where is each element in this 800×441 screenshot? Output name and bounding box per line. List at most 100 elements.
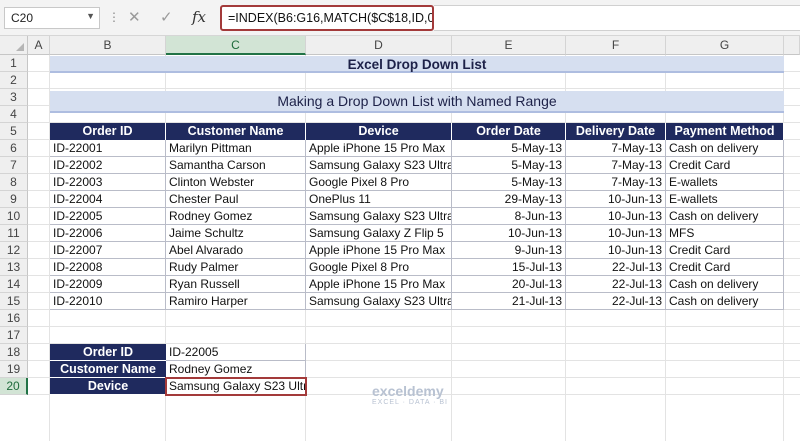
table-cell[interactable]: Marilyn Pittman: [166, 140, 306, 157]
table-header-cell[interactable]: Payment Method: [666, 123, 784, 140]
name-box[interactable]: C20 ▼: [4, 7, 100, 29]
row-header-20[interactable]: 20: [0, 378, 28, 395]
column-header-c[interactable]: C: [166, 36, 306, 55]
lookup-value[interactable]: Rodney Gomez: [166, 361, 306, 378]
table-cell[interactable]: Credit Card: [666, 259, 784, 276]
lookup-label[interactable]: Customer Name: [50, 361, 166, 378]
row-header-9[interactable]: 9: [0, 191, 28, 208]
table-cell[interactable]: 29-May-13: [452, 191, 566, 208]
table-cell[interactable]: 5-May-13: [452, 174, 566, 191]
table-cell[interactable]: 10-Jun-13: [566, 242, 666, 259]
row-header-8[interactable]: 8: [0, 174, 28, 191]
sheet-title[interactable]: Excel Drop Down List: [50, 56, 784, 73]
table-cell[interactable]: Samantha Carson: [166, 157, 306, 174]
table-cell[interactable]: 10-Jun-13: [566, 225, 666, 242]
table-cell[interactable]: 21-Jul-13: [452, 293, 566, 310]
table-cell[interactable]: 10-Jun-13: [452, 225, 566, 242]
row-header-13[interactable]: 13: [0, 259, 28, 276]
table-cell[interactable]: Clinton Webster: [166, 174, 306, 191]
table-cell[interactable]: 8-Jun-13: [452, 208, 566, 225]
table-cell[interactable]: Samsung Galaxy Z Flip 5: [306, 225, 452, 242]
column-header-e[interactable]: E: [452, 36, 566, 55]
table-cell[interactable]: Rudy Palmer: [166, 259, 306, 276]
column-header-a[interactable]: A: [28, 36, 50, 55]
row-header-16[interactable]: 16: [0, 310, 28, 327]
row-header-5[interactable]: 5: [0, 123, 28, 140]
row-header-1[interactable]: 1: [0, 55, 28, 72]
table-cell[interactable]: Google Pixel 8 Pro: [306, 259, 452, 276]
enter-icon[interactable]: ✓: [160, 8, 173, 26]
table-cell[interactable]: ID-22005: [50, 208, 166, 225]
column-header-f[interactable]: F: [566, 36, 666, 55]
table-cell[interactable]: Abel Alvarado: [166, 242, 306, 259]
row-header-4[interactable]: 4: [0, 106, 28, 123]
row-header-15[interactable]: 15: [0, 293, 28, 310]
table-cell[interactable]: Chester Paul: [166, 191, 306, 208]
table-cell[interactable]: 5-May-13: [452, 157, 566, 174]
table-cell[interactable]: Cash on delivery: [666, 140, 784, 157]
table-cell[interactable]: 7-May-13: [566, 140, 666, 157]
column-header-g[interactable]: G: [666, 36, 784, 55]
table-cell[interactable]: 22-Jul-13: [566, 293, 666, 310]
table-cell[interactable]: Credit Card: [666, 242, 784, 259]
row-header-10[interactable]: 10: [0, 208, 28, 225]
row-header-14[interactable]: 14: [0, 276, 28, 293]
table-header-cell[interactable]: Delivery Date: [566, 123, 666, 140]
table-cell[interactable]: Apple iPhone 15 Pro Max: [306, 276, 452, 293]
table-cell[interactable]: 15-Jul-13: [452, 259, 566, 276]
table-cell[interactable]: ID-22007: [50, 242, 166, 259]
table-cell[interactable]: 22-Jul-13: [566, 276, 666, 293]
cancel-icon[interactable]: ✕: [128, 8, 141, 26]
table-cell[interactable]: 20-Jul-13: [452, 276, 566, 293]
table-cell[interactable]: Google Pixel 8 Pro: [306, 174, 452, 191]
row-header-6[interactable]: 6: [0, 140, 28, 157]
worksheet-grid[interactable]: A B C D E F G 1 2 3 4 5 6 7 8 9 10 11 12 13 14 15 16 17 18 19 20 Or…: [0, 36, 800, 441]
insert-function-icon[interactable]: fx: [192, 8, 206, 26]
table-header-cell[interactable]: Device: [306, 123, 452, 140]
table-cell[interactable]: Samsung Galaxy S23 Ultra: [306, 208, 452, 225]
table-cell[interactable]: Credit Card: [666, 157, 784, 174]
table-cell[interactable]: ID-22009: [50, 276, 166, 293]
row-header-2[interactable]: 2: [0, 72, 28, 89]
table-cell[interactable]: Apple iPhone 15 Pro Max: [306, 140, 452, 157]
table-cell[interactable]: ID-22002: [50, 157, 166, 174]
table-header-cell[interactable]: Customer Name: [166, 123, 306, 140]
lookup-value[interactable]: ID-22005: [166, 344, 306, 361]
table-cell[interactable]: Samsung Galaxy S23 Ultra: [306, 157, 452, 174]
lookup-label[interactable]: Order ID: [50, 344, 166, 361]
chevron-down-icon[interactable]: ▼: [86, 11, 95, 21]
active-cell-c20[interactable]: Samsung Galaxy S23 Ultra: [165, 377, 307, 396]
table-cell[interactable]: ID-22008: [50, 259, 166, 276]
sheet-subtitle[interactable]: Making a Drop Down List with Named Range: [50, 91, 784, 113]
table-cell[interactable]: Rodney Gomez: [166, 208, 306, 225]
table-cell[interactable]: E-wallets: [666, 191, 784, 208]
table-cell[interactable]: Cash on delivery: [666, 293, 784, 310]
table-cell[interactable]: 22-Jul-13: [566, 259, 666, 276]
row-header-19[interactable]: 19: [0, 361, 28, 378]
table-cell[interactable]: E-wallets: [666, 174, 784, 191]
table-cell[interactable]: Ryan Russell: [166, 276, 306, 293]
row-header-7[interactable]: 7: [0, 157, 28, 174]
table-cell[interactable]: 10-Jun-13: [566, 208, 666, 225]
formula-input-extension[interactable]: [434, 5, 800, 31]
table-cell[interactable]: Apple iPhone 15 Pro Max: [306, 242, 452, 259]
table-cell[interactable]: ID-22003: [50, 174, 166, 191]
table-cell[interactable]: 10-Jun-13: [566, 191, 666, 208]
table-cell[interactable]: ID-22010: [50, 293, 166, 310]
row-header-18[interactable]: 18: [0, 344, 28, 361]
table-cell[interactable]: 7-May-13: [566, 157, 666, 174]
table-cell[interactable]: OnePlus 11: [306, 191, 452, 208]
column-header-b[interactable]: B: [50, 36, 166, 55]
table-cell[interactable]: 9-Jun-13: [452, 242, 566, 259]
row-header-17[interactable]: 17: [0, 327, 28, 344]
table-cell[interactable]: ID-22004: [50, 191, 166, 208]
formula-input[interactable]: =INDEX(B6:G16,MATCH($C$18,ID,0),3): [220, 5, 434, 31]
table-cell[interactable]: 7-May-13: [566, 174, 666, 191]
table-header-cell[interactable]: Order Date: [452, 123, 566, 140]
table-cell[interactable]: Samsung Galaxy S23 Ultra: [306, 293, 452, 310]
row-header-11[interactable]: 11: [0, 225, 28, 242]
row-header-12[interactable]: 12: [0, 242, 28, 259]
table-cell[interactable]: Jaime Schultz: [166, 225, 306, 242]
select-all-button[interactable]: [0, 36, 28, 55]
table-header-cell[interactable]: Order ID: [50, 123, 166, 140]
